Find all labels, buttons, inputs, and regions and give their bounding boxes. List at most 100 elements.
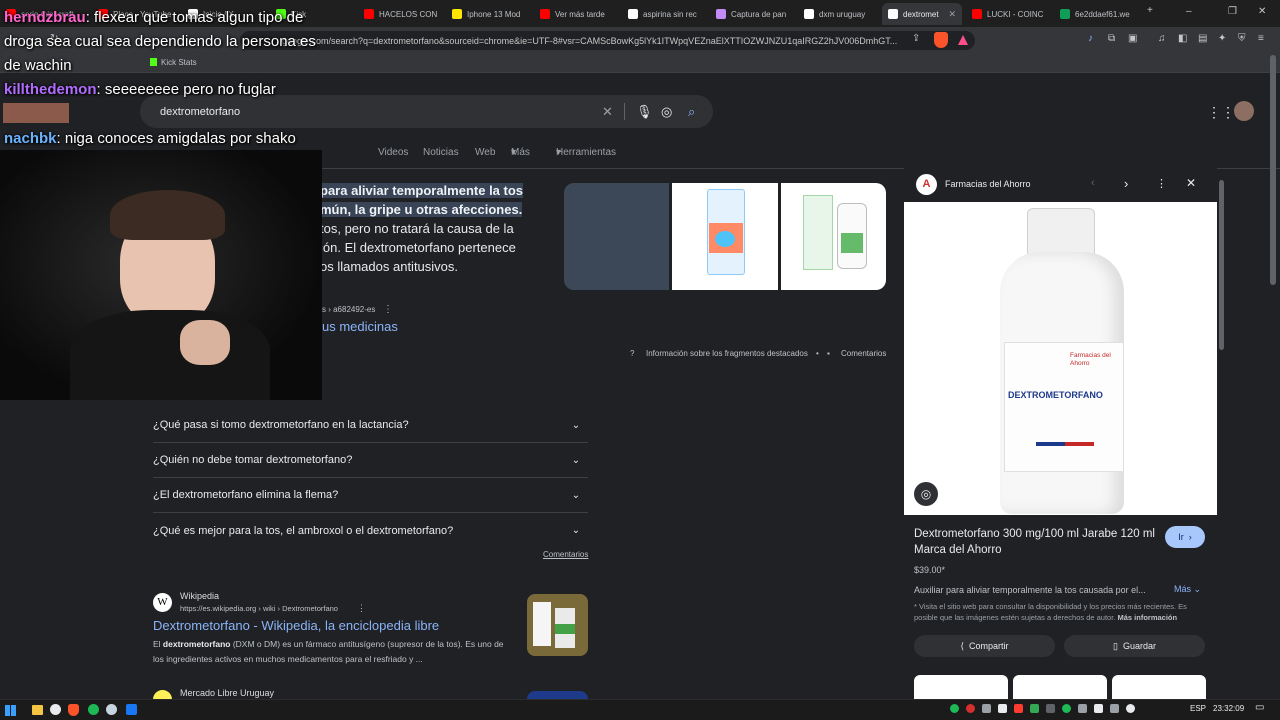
page-scrollbar-thumb[interactable] — [1270, 55, 1276, 285]
vpn-icon[interactable]: ⛨ — [1238, 33, 1246, 44]
browser-tab[interactable]: Ver más tarde — [534, 3, 620, 25]
windows-start-icon[interactable] — [5, 705, 16, 716]
tab-label: Captura de pan — [731, 9, 787, 19]
close-panel-icon[interactable]: ✕ — [1186, 176, 1196, 190]
go-button[interactable]: Ir › — [1165, 526, 1205, 548]
product-image[interactable]: DEXTROMETORFANO Farmacias del Ahorro ◎ — [904, 202, 1217, 515]
snippet-image-2[interactable] — [672, 183, 778, 290]
snippet-line: ión. El dextrometorfano pertenece — [320, 240, 516, 255]
tray-icon — [1094, 704, 1103, 713]
related-product-2[interactable] — [1013, 675, 1107, 699]
file-explorer-icon[interactable] — [32, 705, 43, 715]
brave-rewards-icon[interactable] — [958, 35, 968, 45]
more-button[interactable]: Más ⌄ — [1174, 584, 1201, 595]
related-product-1[interactable] — [914, 675, 1008, 699]
result-thumbnail[interactable] — [527, 691, 588, 699]
paa-item[interactable]: ¿Qué es mejor para la tos, el ambroxol o… — [153, 513, 588, 548]
snippet-source-url: s › a682492-es — [322, 305, 376, 314]
brave-icon[interactable] — [68, 704, 79, 716]
search-icon[interactable]: ⌕ — [688, 104, 695, 120]
snippet-image-1[interactable] — [564, 183, 669, 290]
address-bar[interactable]: google.com/search?q=dextrometorfano&sour… — [240, 31, 975, 50]
chevron-down-icon: ⌄ — [571, 454, 581, 466]
next-icon[interactable]: › — [1124, 176, 1128, 191]
tab-favicon-icon — [888, 9, 898, 19]
clear-search-icon[interactable]: ✕ — [602, 104, 613, 120]
brave-shield-icon[interactable] — [934, 32, 948, 48]
voice-search-icon[interactable]: 🎙 — [636, 104, 653, 120]
lens-icon[interactable]: ◎ — [661, 104, 672, 120]
paa-item[interactable]: ¿Qué pasa si tomo dextrometorfano en la … — [153, 408, 588, 443]
extension-icon[interactable]: ⧉ — [1108, 33, 1115, 44]
snippet-source-title[interactable]: us medicinas — [322, 319, 398, 334]
filter-videos[interactable]: Videos — [378, 147, 408, 158]
scrollbar-thumb[interactable] — [1219, 180, 1224, 350]
media-icon[interactable]: ♫ — [1158, 33, 1166, 44]
paa-question: ¿El dextrometorfano elimina la flema? — [153, 489, 339, 501]
facebook-icon[interactable] — [126, 704, 137, 715]
chevron-down-icon: ⌄ — [571, 489, 581, 501]
lens-icon[interactable]: ◎ — [914, 482, 938, 506]
share-icon[interactable]: ⇪ — [912, 33, 920, 44]
input-language[interactable]: ESP — [1190, 704, 1206, 713]
paa-item[interactable]: ¿El dextrometorfano elimina la flema? ⌄ — [153, 478, 588, 513]
menu-icon[interactable]: ≡ — [1258, 33, 1264, 44]
chat-user: killthedemon — [4, 81, 97, 98]
result-more-icon[interactable]: ⋮ — [357, 603, 366, 614]
go-label: Ir — [1178, 532, 1184, 542]
browser-tab[interactable]: 6e2ddaef61.we — [1054, 3, 1140, 25]
snippet-more-icon[interactable]: ⋮ — [383, 304, 393, 315]
caret-down-icon: ▾ — [556, 147, 562, 158]
product-title[interactable]: Dextrometorfano 300 mg/100 ml Jarabe 120… — [914, 526, 1158, 558]
leo-icon[interactable]: ✦ — [1218, 33, 1226, 44]
browser-tab[interactable]: dextromet ✕ — [882, 3, 962, 25]
snippet-text: mún, la gripe u otras afecciones. — [320, 202, 523, 217]
filter-web[interactable]: Web — [475, 147, 495, 158]
new-tab-button[interactable]: + — [1147, 5, 1153, 16]
paa-question: ¿Qué pasa si tomo dextrometorfano en la … — [153, 419, 409, 431]
save-button[interactable]: ▯ Guardar — [1064, 635, 1205, 657]
clock[interactable]: 23:32:09 — [1213, 704, 1244, 713]
tab-label: dextromet — [903, 9, 939, 19]
result-title[interactable]: Dextrometorfano - Wikipedia, la enciclop… — [153, 618, 439, 633]
sidebar-icon[interactable]: ◧ — [1178, 33, 1187, 44]
spotify-icon[interactable] — [88, 704, 99, 715]
info-icon: ? — [630, 349, 635, 358]
screenshot-icon[interactable]: ▣ — [1128, 33, 1137, 44]
paa-feedback[interactable]: Comentarios — [543, 550, 588, 559]
snippet-text: os llamados antitusivos. — [320, 259, 459, 274]
close-window-button[interactable]: ✕ — [1258, 6, 1266, 17]
snippet-line: tos, pero no tratará la causa de la — [320, 221, 514, 236]
minimize-button[interactable]: – — [1186, 6, 1192, 17]
filter-noticias[interactable]: Noticias — [423, 147, 459, 158]
avatar[interactable] — [1234, 101, 1254, 121]
browser-tab[interactable]: Captura de pan — [710, 3, 796, 25]
share-button[interactable]: ⟨ Compartir — [914, 635, 1055, 657]
snippet-info-link[interactable]: Información sobre los fragmentos destaca… — [646, 349, 808, 358]
maximize-button[interactable]: ❐ — [1228, 6, 1237, 17]
more-options-icon[interactable]: ⋮ — [1156, 177, 1167, 190]
apps-grid-icon[interactable]: ⋮⋮ — [1207, 104, 1235, 121]
audio-icon[interactable]: ♪ — [1088, 33, 1093, 44]
more-info-link[interactable]: Más información — [1117, 613, 1177, 622]
browser-tab[interactable]: Iphone 13 Mod — [446, 3, 532, 25]
browser-tab[interactable]: aspirina sin rec — [622, 3, 708, 25]
snippet-image-3[interactable] — [781, 183, 886, 290]
browser-tab[interactable]: LUCKI - COINC — [966, 3, 1052, 25]
steam-icon[interactable] — [106, 704, 117, 715]
streamer-hand — [180, 320, 230, 365]
paa-item[interactable]: ¿Quién no debe tomar dextrometorfano? ⌄ — [153, 443, 588, 478]
snippet-feedback[interactable]: Comentarios — [841, 349, 886, 358]
browser-tab[interactable]: dxm uruguay — [798, 3, 884, 25]
browser-tab[interactable]: HACELOS CON — [358, 3, 444, 25]
related-product-3[interactable] — [1112, 675, 1206, 699]
obs-icon[interactable] — [50, 704, 61, 715]
notification-icon[interactable]: ▭ — [1255, 702, 1264, 713]
chat-message: herndzbrau: flexear que tomas algun tipo… — [4, 9, 316, 74]
result-thumbnail[interactable] — [527, 594, 588, 656]
close-tab-icon[interactable]: ✕ — [948, 9, 956, 20]
prev-icon[interactable]: ‹ — [1091, 177, 1095, 189]
wallet-icon[interactable]: ▤ — [1198, 33, 1207, 44]
tray-icon — [966, 704, 975, 713]
chevron-down-icon: ⌄ — [571, 525, 581, 536]
